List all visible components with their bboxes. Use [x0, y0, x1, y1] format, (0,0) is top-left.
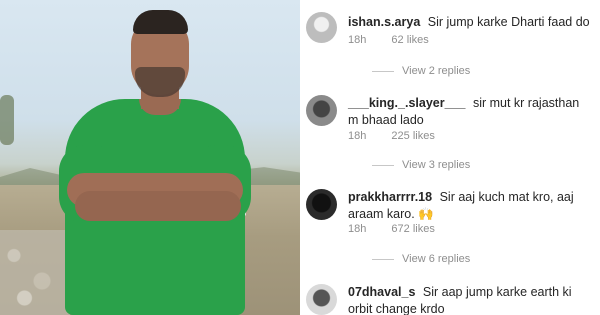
view-replies-label: View 2 replies: [402, 65, 471, 77]
comment-body: prakkharrrr.18 Sir aaj kuch mat kro, aaj…: [348, 189, 592, 223]
comment-body: 07dhaval_s Sir aap jump karke earth ki o…: [348, 284, 592, 315]
comment-meta: 18h 225 likes: [348, 130, 457, 142]
comment-username[interactable]: prakkharrrr.18: [348, 190, 432, 204]
comment-time: 18h: [348, 34, 367, 46]
comment-username[interactable]: 07dhaval_s: [348, 285, 415, 299]
avatar[interactable]: [306, 284, 337, 315]
avatar[interactable]: [306, 189, 337, 220]
comment-body: ishan.s.arya Sir jump karke Dharti faad …: [348, 14, 592, 31]
comment-text: Sir jump karke Dharti faad do: [427, 15, 590, 29]
comment-likes[interactable]: 672 likes: [391, 223, 434, 235]
comment-time: 18h: [348, 223, 367, 235]
replies-divider: [372, 70, 394, 72]
comment-username[interactable]: ishan.s.arya: [348, 15, 420, 29]
man-in-green-shirt: [55, 5, 255, 315]
background-tree: [0, 95, 14, 145]
replies-divider: [372, 258, 394, 260]
replies-divider: [372, 164, 394, 166]
view-replies-button[interactable]: View 2 replies: [372, 65, 470, 77]
crossed-forearm-bottom: [75, 191, 241, 221]
comments-panel: ishan.s.arya Sir jump karke Dharti faad …: [300, 0, 600, 315]
post-photo: [0, 0, 300, 315]
avatar[interactable]: [306, 95, 337, 126]
avatar[interactable]: [306, 12, 337, 43]
comment-meta: 18h 62 likes: [348, 34, 451, 46]
view-replies-button[interactable]: View 6 replies: [372, 253, 470, 265]
comment-username[interactable]: ___king._.slayer___: [348, 96, 465, 110]
hair: [133, 10, 188, 34]
comment-likes[interactable]: 62 likes: [391, 34, 428, 46]
view-replies-label: View 3 replies: [402, 159, 471, 171]
comment-likes[interactable]: 225 likes: [391, 130, 434, 142]
raised-hands-emoji: 🙌: [418, 207, 434, 221]
comment-time: 18h: [348, 130, 367, 142]
view-replies-label: View 6 replies: [402, 253, 471, 265]
comment-body: ___king._.slayer___ sir mut kr rajasthan…: [348, 95, 592, 129]
comment-meta: 18h 672 likes: [348, 223, 457, 235]
view-replies-button[interactable]: View 3 replies: [372, 159, 470, 171]
